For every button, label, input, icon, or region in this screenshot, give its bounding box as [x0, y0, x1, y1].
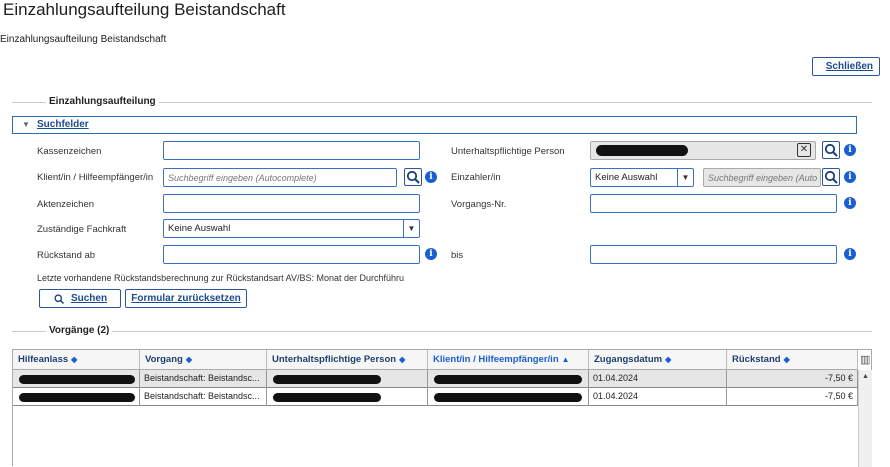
cell-rueckstand: -7,50 €: [727, 370, 858, 388]
column-header-unterhaltspflichtige[interactable]: Unterhaltspflichtige Person ◆: [267, 350, 428, 370]
klient-input[interactable]: Suchbegriff eingeben (Autocomplete): [163, 168, 397, 187]
cell-zugangsdatum: 01.04.2024: [589, 388, 727, 406]
fachkraft-select[interactable]: Keine Auswahl ▼: [163, 219, 420, 238]
einzahler-selected: Keine Auswahl: [595, 172, 658, 183]
rueckstand-ab-input[interactable]: [163, 245, 420, 264]
kassenzeichen-input[interactable]: [163, 141, 420, 160]
clear-icon[interactable]: ✕: [797, 143, 811, 157]
search-button-label: Suchen: [70, 293, 108, 304]
column-header-vorgang[interactable]: Vorgang ◆: [140, 350, 267, 370]
redaction: [19, 393, 135, 402]
info-icon[interactable]: i: [425, 248, 437, 260]
sort-icon: ◆: [399, 355, 406, 364]
search-icon[interactable]: [822, 141, 840, 159]
window-title: Einzahlungsaufteilung Beistandschaft: [3, 0, 286, 19]
einzahler-label: Einzahler/in: [451, 172, 501, 183]
sort-icon: ◆: [783, 355, 790, 364]
aktenzeichen-input[interactable]: [163, 194, 420, 213]
fachkraft-selected: Keine Auswahl: [168, 223, 231, 234]
table-header: Hilfeanlass ◆ Vorgang ◆ Unterhaltspflichti…: [13, 350, 858, 370]
vertical-scrollbar[interactable]: ▲: [858, 370, 872, 467]
redaction: [19, 375, 135, 384]
section-title-einzahlungsaufteilung: Einzahlungsaufteilung: [46, 96, 159, 107]
info-icon[interactable]: i: [844, 248, 856, 260]
aktenzeichen-label: Aktenzeichen: [37, 199, 95, 210]
suchfelder-toggle[interactable]: ▼ Suchfelder: [12, 116, 857, 134]
suchfelder-label: Suchfelder: [37, 119, 89, 130]
chevron-down-icon: ▼: [403, 220, 419, 237]
column-label: Klient/in / Hilfeempfänger/in: [433, 354, 559, 365]
unterhaltspflichtige-label: Unterhaltspflichtige Person: [451, 146, 565, 157]
column-header-hilfeanlass[interactable]: Hilfeanlass ◆: [13, 350, 140, 370]
column-label: Rückstand: [732, 354, 781, 365]
info-icon[interactable]: i: [425, 171, 437, 183]
cell-zugangsdatum: 01.04.2024: [589, 370, 727, 388]
rueckstand-ab-label: Rückstand ab: [37, 250, 96, 261]
redaction: [434, 375, 582, 384]
cell-vorgang: Beistandschaft: Beistandsc...: [140, 388, 267, 406]
einzahler-search-input[interactable]: Suchbegriff eingeben (Auto: [703, 168, 821, 187]
rueckstand-note: Letzte vorhandene Rückstandsberechnung z…: [37, 273, 405, 283]
section-title-vorgaenge: Vorgänge (2): [46, 325, 113, 336]
cell-rueckstand: -7,50 €: [727, 388, 858, 406]
redaction: [273, 393, 381, 402]
column-label: Vorgang: [145, 354, 183, 365]
scroll-up-icon[interactable]: ▲: [862, 373, 869, 380]
redaction: [273, 375, 381, 384]
sort-icon: ◆: [665, 355, 672, 364]
column-header-rueckstand[interactable]: Rückstand ◆: [727, 350, 858, 370]
column-label: Zugangsdatum: [594, 354, 663, 365]
chevron-down-icon: ▼: [677, 169, 693, 186]
einzahler-select[interactable]: Keine Auswahl ▼: [590, 168, 694, 187]
reset-form-button[interactable]: Formular zurücksetzen: [125, 289, 247, 308]
column-header-klient[interactable]: Klient/in / Hilfeempfänger/in ▲: [428, 350, 589, 370]
kassenzeichen-label: Kassenzeichen: [37, 146, 102, 157]
info-icon[interactable]: i: [844, 171, 856, 183]
search-button[interactable]: Suchen: [39, 289, 121, 308]
info-icon[interactable]: i: [844, 197, 856, 209]
bis-label: bis: [451, 250, 464, 261]
vorgaenge-table: Hilfeanlass ◆ Vorgang ◆ Unterhaltspflichti…: [12, 349, 872, 467]
redaction: [596, 145, 688, 156]
search-icon[interactable]: [822, 168, 840, 186]
fachkraft-label: Zuständige Fachkraft: [37, 224, 127, 235]
info-icon[interactable]: i: [844, 144, 856, 156]
column-label: Hilfeanlass: [18, 354, 69, 365]
bis-input[interactable]: [590, 245, 837, 264]
vorgangs-nr-label: Vorgangs-Nr.: [451, 199, 507, 210]
sort-icon: ◆: [71, 355, 78, 364]
column-label: Unterhaltspflichtige Person: [272, 354, 397, 365]
vorgangs-nr-input[interactable]: [590, 194, 837, 213]
triangle-down-icon: ▼: [22, 120, 30, 129]
close-button-label: Schließen: [825, 61, 873, 72]
column-header-zugangsdatum[interactable]: Zugangsdatum ◆: [589, 350, 727, 370]
breadcrumb: Einzahlungsaufteilung Beistandschaft: [0, 34, 167, 45]
search-icon: [54, 293, 64, 304]
sort-icon: ◆: [185, 355, 192, 364]
reset-button-label: Formular zurücksetzen: [131, 293, 241, 304]
sort-asc-icon: ▲: [561, 355, 570, 364]
close-button[interactable]: Schließen: [812, 57, 880, 76]
klient-label: Klient/in / Hilfeempfänger/in: [37, 172, 154, 183]
redaction: [434, 393, 582, 402]
cell-vorgang: Beistandschaft: Beistandsc...: [140, 370, 267, 388]
search-icon[interactable]: [404, 168, 422, 186]
section-divider: [12, 331, 872, 332]
column-settings-icon[interactable]: ▥: [860, 353, 870, 366]
